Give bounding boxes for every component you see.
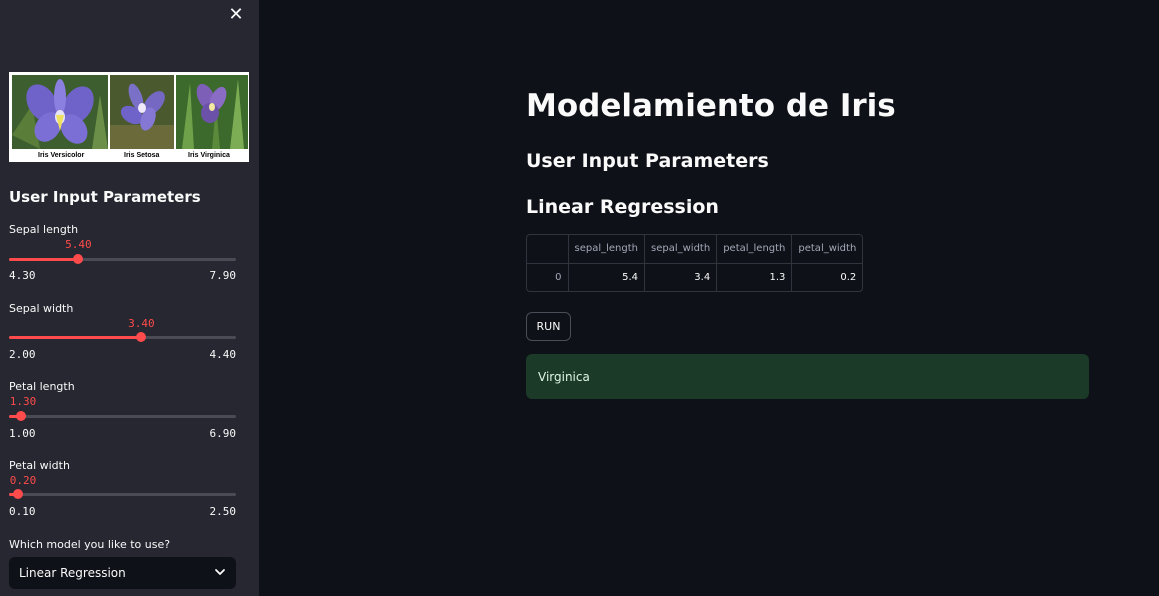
slider-fill: [9, 258, 79, 261]
table-cell[interactable]: 0.2: [792, 263, 862, 291]
sepal-width-slider[interactable]: [9, 332, 236, 342]
model-subheader: Linear Regression: [526, 196, 719, 218]
slider-thumb[interactable]: [136, 332, 147, 342]
slider-thumb[interactable]: [13, 489, 24, 499]
table-row: 0 5.4 3.4 1.3 0.2: [527, 263, 862, 291]
sepal-width-value: 3.40: [128, 317, 155, 330]
sidebar: ✕ Iris Versicolor Iris Setosa Iris Virgi…: [0, 0, 259, 596]
table-header-row: sepal_length sepal_width petal_length pe…: [527, 235, 863, 264]
column-header[interactable]: sepal_width: [644, 235, 718, 264]
prediction-success-box: Virginica: [526, 354, 1089, 399]
table-cell[interactable]: 1.3: [716, 263, 793, 291]
model-select[interactable]: Linear Regression: [9, 557, 236, 589]
sepal-length-label: Sepal length: [9, 223, 79, 236]
model-select-label: Which model you like to use?: [9, 538, 171, 551]
caption-setosa: Iris Setosa: [124, 152, 160, 159]
sepal-length-slider[interactable]: [9, 254, 236, 264]
petal-length-max: 6.90: [209, 427, 237, 440]
prediction-result: Virginica: [538, 370, 590, 384]
iris-setosa-photo: [110, 75, 174, 149]
column-header[interactable]: petal_length: [716, 235, 793, 264]
table-cell[interactable]: 5.4: [568, 263, 645, 291]
caption-virginica: Iris Virginica: [188, 152, 230, 159]
run-button[interactable]: RUN: [526, 312, 571, 341]
sepal-length-max: 7.90: [209, 269, 237, 282]
petal-length-min: 1.00: [9, 427, 36, 440]
chevron-down-icon: [215, 569, 225, 575]
petal-width-value: 0.20: [9, 474, 37, 487]
close-icon[interactable]: ✕: [227, 6, 245, 24]
petal-width-min: 0.10: [9, 505, 36, 518]
petal-length-value: 1.30: [9, 395, 37, 408]
petal-width-slider[interactable]: [9, 489, 236, 499]
model-select-value: Linear Regression: [19, 566, 126, 580]
index-header: [527, 235, 569, 264]
iris-species-image: Iris Versicolor Iris Setosa Iris Virgini…: [9, 72, 249, 162]
petal-width-label: Petal width: [9, 459, 70, 472]
slider-thumb[interactable]: [73, 254, 84, 264]
caption-versicolor: Iris Versicolor: [38, 152, 85, 159]
sepal-width-max: 4.40: [209, 348, 237, 361]
petal-width-max: 2.50: [209, 505, 237, 518]
column-header[interactable]: petal_width: [791, 235, 863, 264]
iris-virginica-photo: [176, 75, 248, 149]
column-header[interactable]: sepal_length: [568, 235, 645, 264]
petal-length-label: Petal length: [9, 380, 75, 393]
sepal-width-label: Sepal width: [9, 302, 74, 315]
slider-thumb[interactable]: [15, 411, 26, 421]
input-dataframe[interactable]: sepal_length sepal_width petal_length pe…: [526, 234, 864, 292]
iris-versicolor-photo: [12, 75, 108, 149]
sepal-width-min: 2.00: [9, 348, 36, 361]
row-index: 0: [527, 263, 569, 291]
table-cell[interactable]: 3.4: [644, 263, 718, 291]
sidebar-heading: User Input Parameters: [9, 188, 201, 206]
page-title: Modelamiento de Iris: [526, 88, 896, 124]
petal-length-slider[interactable]: [9, 411, 236, 421]
slider-fill: [9, 336, 142, 339]
user-input-subheader: User Input Parameters: [526, 150, 769, 172]
sepal-length-value: 5.40: [65, 238, 92, 251]
sepal-length-min: 4.30: [9, 269, 36, 282]
